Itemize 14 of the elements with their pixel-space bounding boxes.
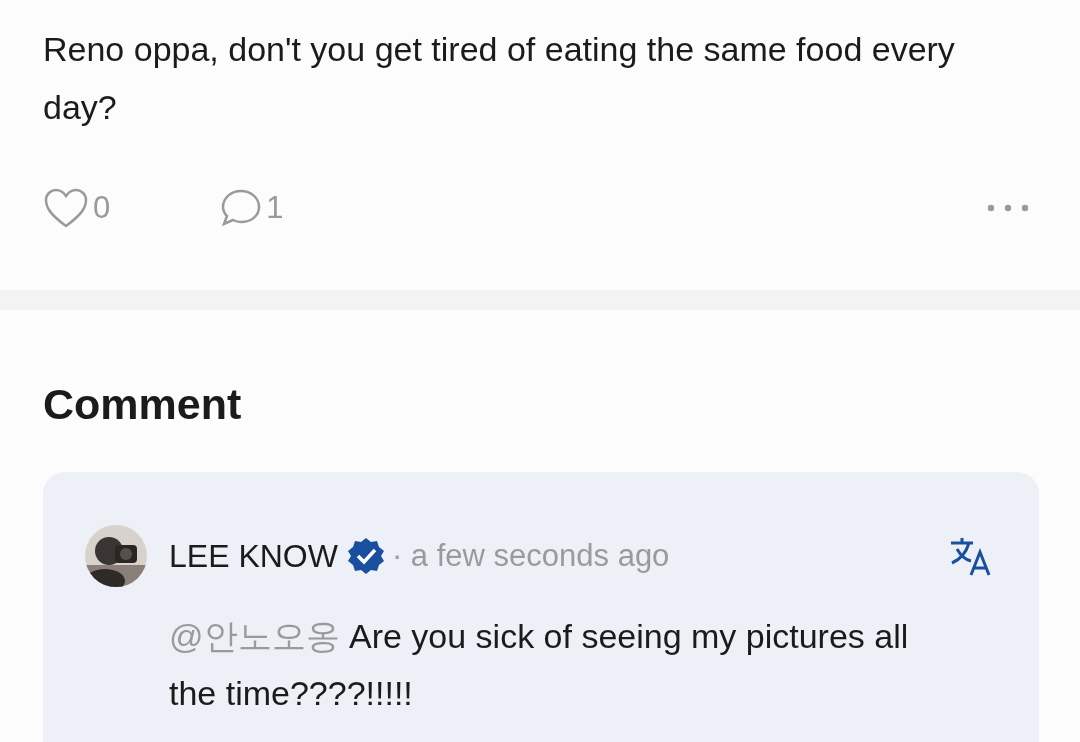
heart-icon xyxy=(43,187,89,229)
comment-text: @안노오옹 Are you sick of seeing my pictures all the time????!!!!! xyxy=(169,616,910,714)
translate-button[interactable] xyxy=(949,535,993,577)
comment-time: · a few seconds ago xyxy=(391,538,670,574)
more-icon xyxy=(986,203,1030,213)
like-button[interactable]: 0 xyxy=(43,187,111,229)
post-text: Reno oppa, don't you get tired of eating the same food every day? xyxy=(43,29,956,128)
comment-button[interactable]: 1 xyxy=(220,188,284,228)
author-name[interactable]: LEE KNOW xyxy=(169,537,338,575)
more-button[interactable] xyxy=(986,203,1030,213)
mention-link[interactable]: @안노오옹 xyxy=(169,617,340,655)
comment-icon xyxy=(220,188,263,228)
section-title: Comment xyxy=(43,379,243,430)
translate-icon xyxy=(949,535,993,577)
